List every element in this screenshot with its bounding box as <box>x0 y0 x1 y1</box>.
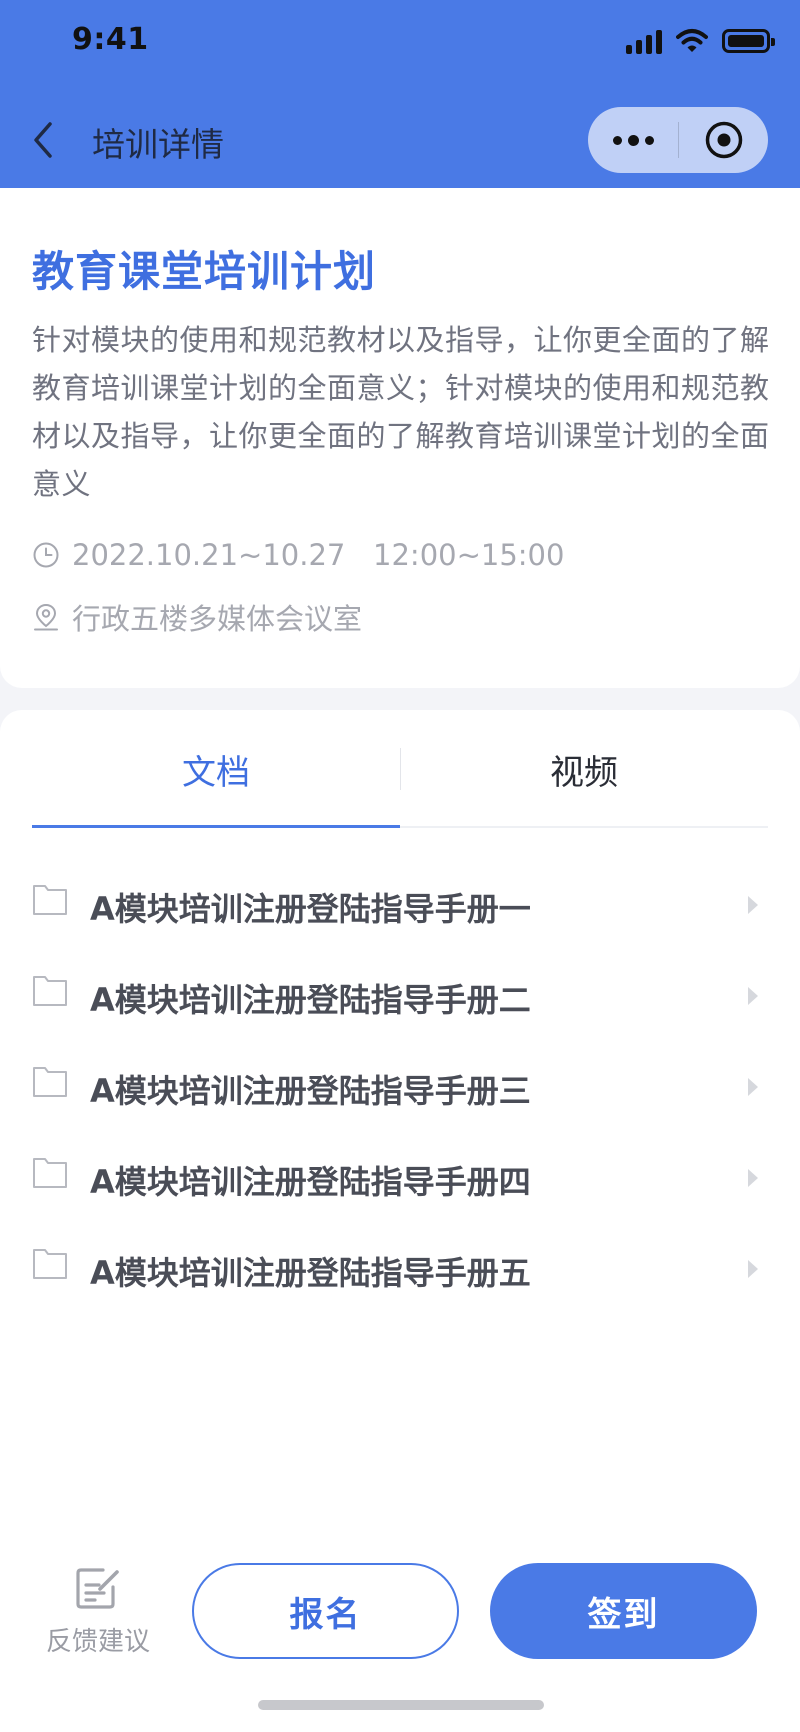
document-name: A模块培训注册登陆指导手册二 <box>90 981 531 1019</box>
status-time: 9:41 <box>72 22 149 57</box>
chevron-left-icon <box>34 122 52 158</box>
document-item[interactable]: A模块培训注册登陆指导手册五 <box>0 1224 800 1315</box>
triangle-right-icon <box>748 1169 758 1187</box>
clock-icon <box>33 542 59 568</box>
mini-program-capsule <box>588 107 768 173</box>
triangle-right-icon <box>748 1260 758 1278</box>
more-button[interactable] <box>588 107 678 173</box>
signal-icon <box>626 28 662 54</box>
document-name: A模块培训注册登陆指导手册一 <box>90 890 531 928</box>
document-name: A模块培训注册登陆指导手册四 <box>90 1163 531 1201</box>
checkin-button[interactable]: 签到 <box>490 1563 757 1659</box>
tab-videos[interactable]: 视频 <box>400 710 768 828</box>
status-icons <box>626 28 775 54</box>
header: 9:41 培训详情 <box>0 0 800 188</box>
feedback-label: 反馈建议 <box>45 1627 150 1657</box>
folder-icon <box>33 1249 67 1279</box>
document-list: A模块培训注册登陆指导手册一 A模块培训注册登陆指导手册二 A模块培训注册登陆指 <box>0 860 800 1315</box>
active-tab-indicator <box>32 825 400 828</box>
back-button[interactable] <box>30 110 70 170</box>
feedback-button[interactable]: 反馈建议 <box>40 1565 156 1665</box>
wifi-icon <box>676 29 708 52</box>
close-button[interactable] <box>679 107 768 173</box>
course-description: 针对模块的使用和规范教材以及指导，让你更全面的了解教育培训课堂计划的全面意义；针… <box>32 323 770 501</box>
document-name: A模块培训注册登陆指导手册五 <box>90 1254 531 1292</box>
course-time-row: 2022.10.21~10.27 12:00~15:00 <box>32 538 564 572</box>
signup-button[interactable]: 报名 <box>192 1563 459 1659</box>
course-location: 行政五楼多媒体会议室 <box>72 602 363 636</box>
document-name: A模块培训注册登陆指导手册三 <box>90 1072 531 1110</box>
folder-icon <box>33 885 67 915</box>
folder-icon <box>33 1158 67 1188</box>
course-title: 教育课堂培训计划 <box>32 247 377 296</box>
battery-icon <box>722 29 775 53</box>
home-indicator <box>258 1700 544 1710</box>
tab-documents[interactable]: 文档 <box>32 710 400 828</box>
more-dots-icon <box>612 135 622 145</box>
course-date-time: 2022.10.21~10.27 12:00~15:00 <box>72 538 565 572</box>
edit-note-icon <box>76 1568 119 1609</box>
training-detail-screen: 9:41 培训详情 教育课堂培训计划 针对模块的使用和规范教材以及指导，让你更全… <box>0 0 800 1732</box>
target-circle-icon <box>705 121 742 159</box>
document-item[interactable]: A模块培训注册登陆指导手册三 <box>0 1042 800 1133</box>
folder-icon <box>33 1067 67 1097</box>
material-tabs: 文档 视频 <box>32 710 768 828</box>
course-info-card: 教育课堂培训计划 针对模块的使用和规范教材以及指导，让你更全面的了解教育培训课堂… <box>0 188 800 688</box>
folder-icon <box>33 976 67 1006</box>
triangle-right-icon <box>748 1078 758 1096</box>
location-pin-icon <box>34 603 58 631</box>
document-item[interactable]: A模块培训注册登陆指导手册二 <box>0 951 800 1042</box>
course-location-row: 行政五楼多媒体会议室 <box>32 596 362 638</box>
document-item[interactable]: A模块培训注册登陆指导手册一 <box>0 860 800 951</box>
page-title: 培训详情 <box>92 125 224 164</box>
triangle-right-icon <box>748 896 758 914</box>
triangle-right-icon <box>748 987 758 1005</box>
document-item[interactable]: A模块培训注册登陆指导手册四 <box>0 1133 800 1224</box>
